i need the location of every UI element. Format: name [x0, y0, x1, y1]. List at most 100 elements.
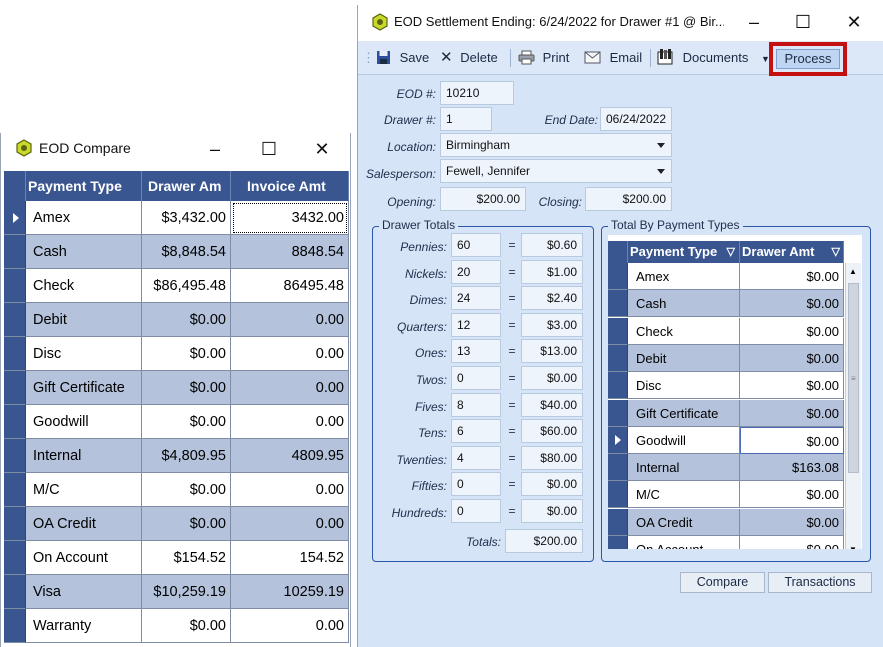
- payment-type-cell[interactable]: Warranty: [26, 609, 142, 643]
- drawer-amt-cell[interactable]: $0.00: [740, 399, 844, 427]
- close-icon[interactable]: ✕: [304, 136, 340, 162]
- drawer-amt-cell[interactable]: $154.52: [142, 541, 231, 575]
- drawer-amt-cell[interactable]: $0.00: [142, 609, 231, 643]
- row-indicator[interactable]: [4, 405, 26, 439]
- table-row[interactable]: Internal $163.08: [608, 454, 844, 482]
- row-indicator[interactable]: [608, 317, 628, 345]
- invoice-amt-cell[interactable]: 0.00: [231, 405, 349, 439]
- table-row[interactable]: Visa $10,259.19 10259.19: [4, 575, 349, 609]
- drawer-amt-cell[interactable]: $0.00: [740, 536, 844, 549]
- payment-type-cell[interactable]: Check: [628, 317, 740, 345]
- denomination-count-field[interactable]: 13: [451, 339, 501, 364]
- row-indicator[interactable]: [4, 541, 26, 575]
- row-indicator[interactable]: [4, 507, 26, 541]
- process-button[interactable]: Process: [776, 49, 840, 69]
- table-row[interactable]: Goodwill $0.00: [608, 426, 844, 454]
- invoice-amt-cell[interactable]: 0.00: [231, 473, 349, 507]
- drawer-amt-cell[interactable]: $10,259.19: [142, 575, 231, 609]
- scroll-down-icon[interactable]: ▼: [849, 545, 857, 549]
- close-icon[interactable]: ✕: [836, 9, 872, 35]
- payment-type-cell[interactable]: Internal: [26, 439, 142, 473]
- drawer-amt-cell[interactable]: $0.00: [740, 290, 844, 318]
- table-row[interactable]: Check $86,495.48 86495.48: [4, 269, 349, 303]
- table-row[interactable]: Disc $0.00: [608, 372, 844, 400]
- payment-type-cell[interactable]: Disc: [26, 337, 142, 371]
- drawer-no-field[interactable]: 1: [440, 107, 492, 131]
- drawer-amt-cell[interactable]: $0.00: [142, 507, 231, 541]
- drawer-amt-cell[interactable]: $0.00: [740, 372, 844, 400]
- drawer-amt-cell[interactable]: $0.00: [740, 317, 844, 345]
- drawer-amt-cell[interactable]: $163.08: [740, 454, 844, 482]
- row-indicator[interactable]: [608, 290, 628, 318]
- row-indicator[interactable]: [4, 337, 26, 371]
- payment-type-cell[interactable]: M/C: [26, 473, 142, 507]
- maximize-icon[interactable]: ☐: [785, 9, 821, 35]
- invoice-amt-cell[interactable]: 0.00: [231, 371, 349, 405]
- denomination-count-field[interactable]: 24: [451, 286, 501, 311]
- filter-icon[interactable]: ▽: [727, 241, 735, 263]
- row-indicator[interactable]: [608, 536, 628, 549]
- row-indicator[interactable]: [608, 399, 628, 427]
- row-indicator[interactable]: [608, 372, 628, 400]
- drawer-amt-cell[interactable]: $0.00: [142, 337, 231, 371]
- table-row[interactable]: Debit $0.00: [608, 344, 844, 372]
- payment-type-cell[interactable]: Internal: [628, 454, 740, 482]
- minimize-icon[interactable]: –: [736, 9, 772, 35]
- invoice-amt-cell[interactable]: 154.52: [231, 541, 349, 575]
- payment-type-cell[interactable]: Amex: [628, 263, 740, 290]
- column-header-invoice-amt[interactable]: Invoice Amt: [231, 171, 349, 201]
- denomination-count-field[interactable]: 60: [451, 233, 501, 257]
- drawer-amt-cell[interactable]: $3,432.00: [142, 201, 231, 235]
- invoice-amt-cell[interactable]: 10259.19: [231, 575, 349, 609]
- payment-types-grid[interactable]: Payment Type ▽ Drawer Amt ▽ Amex $0.00 Cas…: [608, 235, 862, 549]
- table-row[interactable]: Debit $0.00 0.00: [4, 303, 349, 337]
- payment-type-cell[interactable]: Gift Certificate: [628, 399, 740, 427]
- payment-type-cell[interactable]: M/C: [628, 481, 740, 509]
- row-indicator[interactable]: [4, 201, 26, 235]
- drawer-amt-cell[interactable]: $0.00: [142, 473, 231, 507]
- table-row[interactable]: Goodwill $0.00 0.00: [4, 405, 349, 439]
- table-row[interactable]: Cash $8,848.54 8848.54: [4, 235, 349, 269]
- row-indicator[interactable]: [608, 426, 628, 454]
- denomination-count-field[interactable]: 0: [451, 366, 501, 390]
- payment-type-cell[interactable]: OA Credit: [26, 507, 142, 541]
- row-indicator[interactable]: [608, 508, 628, 536]
- drawer-amt-cell[interactable]: $0.00: [740, 344, 844, 372]
- drawer-amt-cell[interactable]: $0.00: [740, 481, 844, 509]
- denomination-count-field[interactable]: 20: [451, 259, 501, 284]
- drawer-amt-cell[interactable]: $86,495.48: [142, 269, 231, 303]
- maximize-icon[interactable]: ☐: [251, 136, 287, 162]
- salesperson-dropdown[interactable]: Fewell, Jennifer: [440, 159, 672, 183]
- table-row[interactable]: Cash $0.00: [608, 290, 844, 318]
- location-dropdown[interactable]: Birmingham: [440, 133, 672, 157]
- table-row[interactable]: Gift Certificate $0.00: [608, 399, 844, 427]
- delete-button[interactable]: ✕ Delete: [440, 48, 498, 68]
- invoice-amt-cell[interactable]: 4809.95: [231, 439, 349, 473]
- drawer-amt-cell[interactable]: $8,848.54: [142, 235, 231, 269]
- drawer-amt-cell[interactable]: $0.00: [142, 303, 231, 337]
- invoice-amt-cell[interactable]: 3432.00: [231, 201, 349, 235]
- print-button[interactable]: Print: [518, 48, 569, 68]
- table-row[interactable]: Check $0.00: [608, 317, 844, 345]
- payment-type-cell[interactable]: Goodwill: [26, 405, 142, 439]
- payment-types-scrollbar[interactable]: ▲ ≡ ▼: [845, 263, 861, 549]
- invoice-amt-cell[interactable]: 0.00: [231, 609, 349, 643]
- payment-type-cell[interactable]: Disc: [628, 372, 740, 400]
- column-header-drawer-amt[interactable]: Drawer Amt ▽: [740, 241, 844, 263]
- row-indicator[interactable]: [608, 344, 628, 372]
- table-row[interactable]: Disc $0.00 0.00: [4, 337, 349, 371]
- row-indicator[interactable]: [608, 481, 628, 509]
- row-indicator[interactable]: [608, 454, 628, 482]
- minimize-icon[interactable]: –: [197, 136, 233, 162]
- payment-type-cell[interactable]: Debit: [628, 344, 740, 372]
- scroll-thumb[interactable]: ≡: [848, 283, 859, 473]
- payment-type-cell[interactable]: Visa: [26, 575, 142, 609]
- table-row[interactable]: Internal $4,809.95 4809.95: [4, 439, 349, 473]
- payment-type-cell[interactable]: On Account: [628, 536, 740, 549]
- drawer-amt-cell[interactable]: $0.00: [740, 426, 844, 454]
- compare-grid[interactable]: Payment Type Drawer Am Invoice Amt Amex $…: [4, 171, 349, 647]
- scroll-up-icon[interactable]: ▲: [849, 267, 857, 276]
- payment-type-cell[interactable]: Cash: [26, 235, 142, 269]
- payment-type-cell[interactable]: Cash: [628, 290, 740, 318]
- row-indicator[interactable]: [4, 235, 26, 269]
